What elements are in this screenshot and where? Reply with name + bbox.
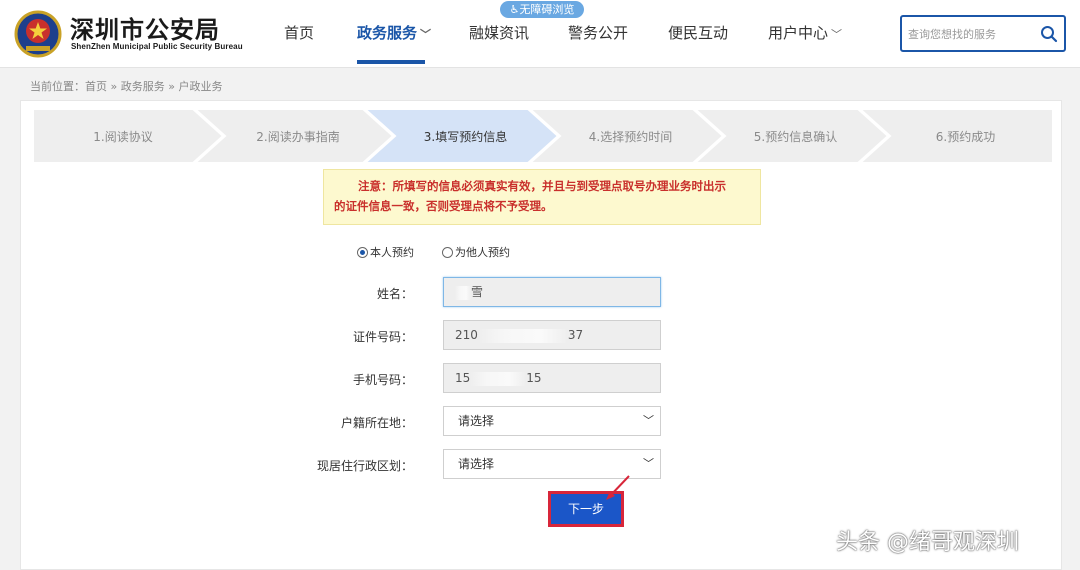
phone-start: 15	[455, 371, 471, 385]
chevron-down-icon: ﹀	[420, 28, 432, 41]
nav-active-underline	[357, 60, 425, 64]
step-1: 1.阅读协议	[93, 129, 153, 144]
chevron-down-icon: ﹀	[831, 28, 843, 41]
annotation-arrow-icon	[606, 475, 630, 500]
step-4: 4.选择预约时间	[588, 129, 673, 144]
progress-steps: 1.阅读协议 2.阅读办事指南 3.填写预约信息 4.选择预约时间 5.预约信息…	[33, 109, 1053, 163]
id-number-label: 证件号码：	[352, 330, 413, 344]
name-value: 雪	[471, 285, 484, 299]
radio-self-label: 本人预约	[370, 246, 414, 259]
phone-end: 15	[526, 371, 542, 385]
police-emblem-icon	[14, 10, 62, 58]
site-title: 深圳市公安局	[70, 16, 220, 44]
chevron-down-icon: ﹀	[643, 457, 654, 470]
search-input[interactable]	[908, 24, 1038, 44]
nav-label: 首页	[284, 24, 315, 42]
accessibility-label: 无障碍浏览	[519, 3, 575, 16]
site-subtitle: ShenZhen Municipal Public Security Burea…	[71, 42, 243, 51]
nav-government-services[interactable]: 政务服务 ﹀	[357, 22, 431, 43]
nav-label: 警务公开	[568, 24, 629, 42]
redacted-region	[470, 371, 527, 386]
search-box	[900, 15, 1066, 52]
notice-box: 注意：所填写的信息必须真实有效，并且与到受理点取号办理业务时出示 的证件信息一致…	[323, 169, 761, 225]
id-number-field[interactable]: 210 37	[443, 320, 661, 350]
nav-label: 政务服务	[357, 24, 418, 42]
nav-media-news[interactable]: 融媒资讯	[469, 22, 529, 43]
nav-police-affairs[interactable]: 警务公开	[568, 22, 628, 43]
notice-line-1: 注意：所填写的信息必须真实有效，并且与到受理点取号办理业务时出示	[358, 179, 726, 193]
id-number-end: 37	[567, 328, 584, 342]
redacted-region	[455, 285, 471, 300]
step-3: 3.填写预约信息	[423, 129, 508, 144]
appointment-panel: 1.阅读协议 2.阅读办事指南 3.填写预约信息 4.选择预约时间 5.预约信息…	[20, 100, 1062, 570]
accessibility-icon: ♿	[509, 3, 520, 16]
nav-label: 便民互动	[668, 24, 729, 42]
nav-public-interaction[interactable]: 便民互动	[668, 22, 728, 43]
hukou-label: 户籍所在地：	[340, 416, 413, 430]
accessibility-button[interactable]: ♿无障碍浏览	[500, 1, 584, 18]
hukou-value: 请选择	[458, 414, 495, 428]
district-value: 请选择	[458, 457, 495, 471]
notice-line-2: 的证件信息一致，否则受理点将不予受理。	[334, 199, 553, 213]
nav-label: 用户中心	[768, 24, 829, 42]
step-6: 6.预约成功	[935, 129, 996, 144]
district-label: 现居住行政区划：	[316, 459, 413, 473]
radio-other[interactable]	[442, 246, 453, 258]
name-field[interactable]: 雪	[443, 277, 661, 307]
id-number-start: 210	[455, 328, 478, 342]
step-2: 2.阅读办事指南	[256, 129, 340, 144]
name-label: 姓名：	[376, 287, 413, 301]
phone-field[interactable]: 15 15	[443, 363, 661, 393]
step-5: 5.预约信息确认	[753, 129, 838, 144]
breadcrumb: 当前位置：首页 » 政务服务 » 户政业务	[30, 80, 223, 93]
hukou-select[interactable]: 请选择 ﹀	[443, 406, 661, 436]
radio-other-label: 为他人预约	[455, 246, 510, 259]
booking-self-option[interactable]: 本人预约	[357, 244, 414, 260]
search-icon[interactable]	[1040, 25, 1058, 43]
radio-self[interactable]	[357, 246, 368, 258]
chevron-down-icon: ﹀	[643, 414, 654, 427]
booking-other-option[interactable]: 为他人预约	[442, 244, 510, 260]
site-header: 深圳市公安局 ShenZhen Municipal Public Securit…	[0, 0, 1080, 68]
redacted-region	[477, 328, 568, 343]
nav-home[interactable]: 首页	[284, 22, 314, 43]
nav-label: 融媒资讯	[469, 24, 530, 42]
watermark-text: 头条 @绪哥观深圳	[836, 530, 1019, 555]
nav-user-center[interactable]: 用户中心 ﹀	[768, 22, 842, 43]
phone-label: 手机号码：	[352, 373, 413, 387]
